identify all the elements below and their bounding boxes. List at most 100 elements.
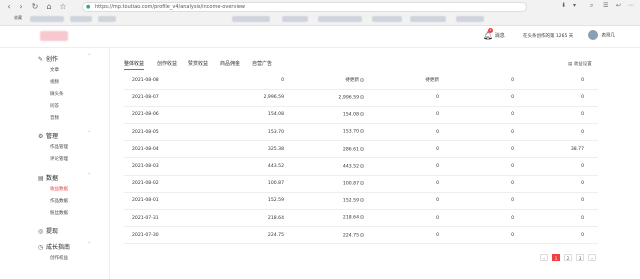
self-ads-cell: 0	[514, 192, 598, 211]
bookmark-item[interactable]	[98, 16, 116, 22]
app-header: 🔔︎ 2 消息 在头条创作的第 1265 天 表哥几	[0, 26, 640, 48]
page-button-1[interactable]: 1	[552, 254, 560, 261]
url-text: https://mp.toutiao.com/profile_v4/analys…	[95, 4, 246, 10]
prev-page-button[interactable]: ‹	[540, 254, 548, 261]
bookmarks-label[interactable]: 收藏	[14, 15, 22, 21]
star-icon[interactable]: ☆	[58, 2, 68, 12]
sidebar-item-qa[interactable]: 问答	[50, 103, 59, 109]
date-cell: 2021-08-03	[124, 157, 194, 176]
back-nav-icon[interactable]: ↩	[616, 2, 621, 9]
sidebar-item-creator-rights[interactable]: 创作权益	[50, 255, 68, 261]
total-income-cell: 218.64	[194, 209, 284, 228]
info-icon[interactable]: i	[360, 163, 364, 168]
reward-income-cell: 0	[364, 140, 439, 159]
sidebar-item-article[interactable]: 文章	[50, 67, 59, 73]
commission-cell: 0	[439, 140, 514, 159]
growth-icon: ◷	[38, 244, 44, 251]
sidebar-group-manage[interactable]: ⚙ 管理 ˄	[38, 131, 91, 140]
sidebar-item-income-data[interactable]: 收益数据	[50, 186, 68, 192]
total-income-cell: 100.87	[194, 175, 284, 193]
total-income-cell: 443.52	[194, 157, 284, 176]
bookmark-item[interactable]	[410, 16, 446, 22]
reward-income-cell: 0	[364, 175, 439, 193]
sidebar-item-works-manage[interactable]: 作品管理	[50, 144, 68, 150]
chevron-up-icon: ˄	[88, 242, 91, 248]
income-settings-button[interactable]: ▤ 收益设置	[568, 61, 592, 67]
info-icon[interactable]: i	[360, 112, 364, 117]
bookmark-item[interactable]	[282, 16, 308, 22]
info-icon[interactable]: i	[360, 129, 364, 134]
total-income-cell: 0	[194, 72, 284, 90]
bookmark-item[interactable]	[70, 16, 92, 22]
table-row: 2021-07-31 218.64 218.64 i 0 0 0	[124, 209, 598, 228]
back-icon[interactable]: ‹	[4, 2, 14, 12]
info-icon[interactable]: i	[360, 95, 364, 100]
self-ads-cell: 38.77	[514, 140, 598, 159]
sidebar-item-works-data[interactable]: 作品数据	[50, 198, 68, 204]
more-icon[interactable]: ⋯	[628, 2, 634, 9]
creation-income-cell: 218.64 i	[284, 209, 364, 228]
sidebar-group-data[interactable]: ▤ 数据 ˄	[38, 173, 91, 182]
message-button[interactable]: 🔔︎ 2 消息	[483, 28, 505, 40]
bookmark-item[interactable]	[456, 16, 484, 22]
tab-commission[interactable]: 商品佣金	[220, 60, 240, 67]
forward-icon[interactable]: ›	[16, 2, 26, 12]
tab-self-ads[interactable]: 自营广告	[252, 60, 272, 67]
commission-cell: 0	[439, 123, 514, 142]
page-button-2[interactable]: 2	[564, 254, 572, 261]
info-icon[interactable]: i	[360, 180, 364, 185]
table-row: 2021-08-03 443.52 443.52 i 0 0 0	[124, 157, 598, 176]
address-bar[interactable]: ● https://mp.toutiao.com/profile_v4/anal…	[82, 2, 527, 12]
creation-income-cell: 286.61 i	[284, 140, 364, 159]
creation-income-cell: 154.08 i	[284, 106, 364, 125]
total-income-cell: 2,996.59	[194, 89, 284, 107]
income-table: 2021-08-08 0 待更新 i 待更新 0 0 2021-08-07 2,996.59 2,…	[124, 72, 598, 245]
page-button-3[interactable]: 3	[576, 254, 584, 261]
sidebar-group-growth[interactable]: ◷ 成长指南 ˄	[38, 242, 91, 251]
info-icon[interactable]: i	[360, 146, 364, 151]
wallet-icon: ◎	[38, 228, 44, 235]
sidebar-item-video[interactable]: 视频	[50, 79, 59, 85]
total-income-cell: 224.75	[194, 226, 284, 245]
reward-income-cell: 待更新	[364, 72, 439, 90]
bookmarks-bar: 收藏	[0, 14, 640, 25]
creation-income-cell: 224.75 i	[284, 226, 364, 245]
reload-icon[interactable]: ↻	[30, 2, 40, 12]
table-row: 2021-08-01 152.59 152.59 i 0 0 0	[124, 192, 598, 211]
info-icon[interactable]: i	[360, 198, 364, 203]
sidebar-item-weitoutiao[interactable]: 微头条	[50, 91, 64, 97]
sidebar-item-comments-manage[interactable]: 评论管理	[50, 156, 68, 162]
table-row: 2021-08-07 2,996.59 2,996.59 i 0 0 0	[124, 89, 598, 107]
sidebar-group-create[interactable]: ✎ 创作 ˄	[38, 54, 91, 63]
logo[interactable]	[40, 31, 68, 41]
download-icon[interactable]: ⬇	[561, 2, 566, 9]
extensions-icon[interactable]: ▾	[573, 2, 576, 9]
bookmark-item[interactable]	[318, 16, 362, 22]
tab-reward-income[interactable]: 赞赏收益	[188, 60, 208, 67]
self-ads-cell: 0	[514, 72, 598, 90]
info-icon[interactable]: i	[360, 232, 364, 237]
menu-icon[interactable]: ☰	[603, 2, 608, 9]
sidebar-item-fans-data[interactable]: 粉丝数据	[50, 210, 68, 216]
tab-creation-income[interactable]: 创作收益	[157, 60, 177, 67]
bookmark-item[interactable]	[30, 16, 64, 22]
home-icon[interactable]: ⌂	[44, 2, 54, 12]
table-row: 2021-08-05 153.70 153.70 i 0 0 0	[124, 123, 598, 142]
user-menu[interactable]: 表哥几	[588, 30, 615, 40]
search-icon[interactable]: ⌕	[590, 2, 593, 10]
total-income-cell: 154.08	[194, 106, 284, 125]
info-icon[interactable]: i	[360, 77, 364, 82]
info-icon[interactable]: i	[360, 215, 364, 220]
bookmark-item[interactable]	[372, 16, 402, 22]
sidebar-group-withdraw[interactable]: ◎ 提现	[38, 226, 58, 235]
date-cell: 2021-08-06	[124, 106, 194, 125]
chart-icon: ▤	[38, 175, 44, 182]
reward-income-cell: 0	[364, 226, 439, 245]
next-page-button[interactable]: ›	[588, 254, 596, 261]
reward-income-cell: 0	[364, 89, 439, 107]
sidebar-item-audio[interactable]: 音频	[50, 115, 59, 121]
creation-income-cell: 100.87 i	[284, 175, 364, 193]
creation-income-cell: 152.59 i	[284, 192, 364, 211]
tab-overall-income[interactable]: 整体收益	[124, 60, 145, 70]
bookmark-item[interactable]	[232, 16, 270, 22]
